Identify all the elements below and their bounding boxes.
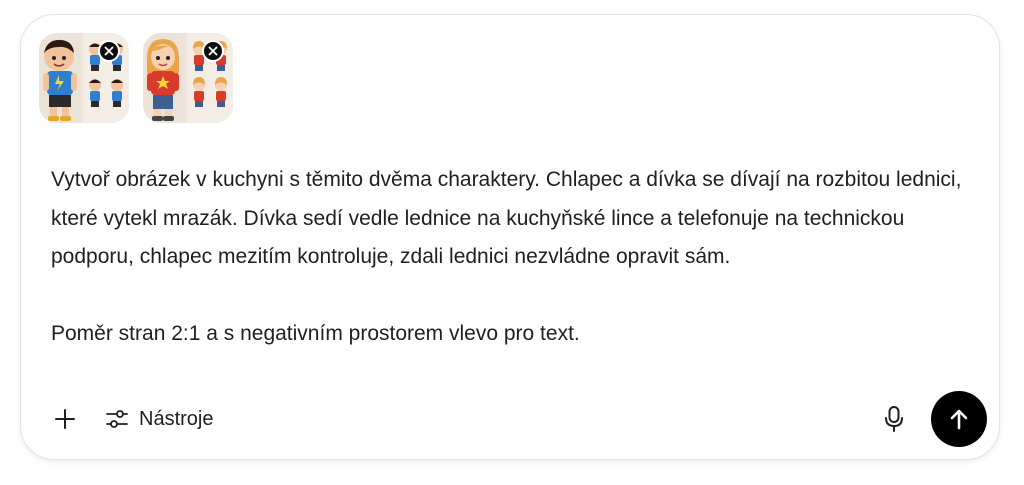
microphone-icon: [885, 406, 903, 432]
sliders-icon: [106, 410, 128, 428]
composer-toolbar: Nástroje: [51, 401, 213, 437]
close-icon: [104, 46, 114, 56]
attachment-thumbnail-boy[interactable]: [39, 33, 129, 123]
remove-attachment-button[interactable]: [202, 40, 224, 62]
attachments-row: [39, 33, 233, 123]
close-icon: [208, 46, 218, 56]
arrow-up-icon: [950, 409, 968, 430]
prompt-input[interactable]: Vytvoř obrázek v kuchyni s těmito dvěma …: [51, 161, 971, 354]
add-attachment-button[interactable]: [51, 401, 79, 437]
tools-label: Nástroje: [139, 407, 214, 430]
remove-attachment-button[interactable]: [98, 40, 120, 62]
plus-icon: [55, 409, 75, 429]
tools-button[interactable]: Nástroje: [105, 401, 213, 437]
attachment-thumbnail-girl[interactable]: [143, 33, 233, 123]
prompt-composer: Vytvoř obrázek v kuchyni s těmito dvěma …: [20, 14, 1000, 460]
send-button[interactable]: [931, 391, 987, 447]
voice-input-button[interactable]: [879, 401, 909, 437]
